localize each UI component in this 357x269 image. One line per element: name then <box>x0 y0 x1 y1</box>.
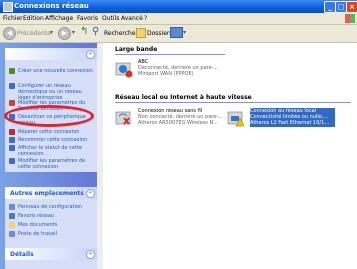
details-panel: Détails » <box>5 248 98 269</box>
views-icon[interactable] <box>170 27 183 38</box>
back-dropdown-icon[interactable]: ▾ <box>50 29 53 36</box>
window-title-bar[interactable]: Connexions réseau _ □ × <box>0 0 357 13</box>
highlight-annotation <box>4 105 94 127</box>
new-connection-icon <box>9 68 15 74</box>
folders-button[interactable]: Dossiers <box>147 30 173 37</box>
collapse-icon[interactable]: « <box>86 189 95 198</box>
menu-favoris[interactable]: Favoris <box>77 15 98 22</box>
lan-connection-icon <box>227 111 245 127</box>
search-button[interactable]: Rechercher <box>104 30 138 37</box>
menu-bar: Fichier Edition Affichage Favoris Outils… <box>0 13 357 25</box>
menu-fichier[interactable]: Fichier <box>3 15 23 22</box>
task-pane: « Créer une nouvelle connexion Configure… <box>0 43 103 269</box>
group-title-lan: Réseau local ou Internet à haute vitesse <box>115 94 252 101</box>
views-dropdown-icon[interactable]: ▾ <box>183 29 186 36</box>
window-title: Connexions réseau <box>14 2 89 10</box>
forward-arrow-icon[interactable]: ▶ <box>58 27 71 40</box>
network-connections-icon <box>3 2 13 12</box>
collapse-icon[interactable]: « <box>86 50 95 59</box>
my-documents-icon <box>9 222 15 228</box>
selected-connection-label: Connexion au réseau local Connectivité l… <box>250 108 335 127</box>
back-label[interactable]: Précédente <box>17 30 51 37</box>
toolbar: ◀ Précédente ▾ ▶ ▾ ↰ ⚲ Rechercher Dossie… <box>0 25 357 43</box>
menu-affichage[interactable]: Affichage <box>45 15 73 22</box>
firewall-icon <box>9 100 15 106</box>
search-icon[interactable]: ⚲ <box>92 26 99 37</box>
menu-outils[interactable]: Outils <box>102 15 119 22</box>
network-tasks-header[interactable]: « <box>5 48 98 60</box>
group-divider <box>115 102 351 103</box>
connection-wireless[interactable]: Connexion réseau sans fil Non connecté, … <box>114 108 224 130</box>
wireless-connection-icon <box>115 111 131 125</box>
connection-abc[interactable]: ABC Déconnecté, derrière un pare-... Min… <box>114 59 224 81</box>
connection-lan[interactable]: Connexion au réseau local Connectivité l… <box>226 108 336 130</box>
task-pane-scrollbar[interactable] <box>97 43 103 269</box>
windows-logo-icon <box>345 14 355 23</box>
forward-dropdown-icon[interactable]: ▾ <box>72 29 75 36</box>
group-title-broadband: Large bande <box>115 46 158 53</box>
repair-icon <box>9 129 15 135</box>
broadband-connection-icon <box>115 62 133 78</box>
details-header[interactable]: Détails » <box>5 248 98 260</box>
up-folder-icon[interactable]: ↰ <box>80 26 88 37</box>
expand-icon[interactable]: » <box>86 250 95 259</box>
home-network-icon <box>9 83 15 89</box>
other-places-header[interactable]: Autres emplacements « <box>5 187 98 199</box>
other-places-panel: Autres emplacements « Panneau de configu… <box>5 187 98 250</box>
menu-help[interactable]: ? <box>144 15 147 22</box>
my-computer-icon <box>9 231 15 237</box>
rename-icon <box>9 137 15 143</box>
status-icon <box>9 145 15 151</box>
folders-icon[interactable] <box>136 28 146 38</box>
connections-view: Large bande ABC Déconnecté, derrière un … <box>104 43 357 269</box>
close-button[interactable]: × <box>346 1 357 13</box>
control-panel-icon <box>9 204 15 210</box>
group-divider <box>115 54 225 55</box>
back-arrow-icon[interactable]: ◀ <box>3 27 16 40</box>
network-places-icon <box>9 213 15 219</box>
settings-icon <box>9 158 15 164</box>
menu-avance[interactable]: Avancé <box>121 15 143 22</box>
menu-edition[interactable]: Edition <box>23 15 44 22</box>
